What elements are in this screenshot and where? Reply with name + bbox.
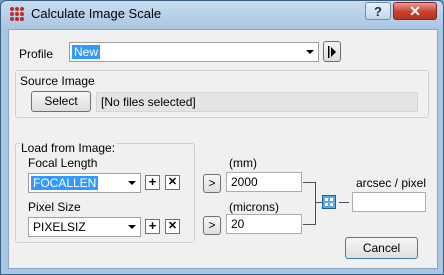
focal-length-remove-button[interactable]: ✕: [165, 175, 180, 190]
focal-length-add-button[interactable]: +: [145, 175, 160, 190]
load-from-image-label: Load from Image:: [20, 141, 117, 155]
profile-value: New: [72, 45, 101, 59]
profile-label: Profile: [19, 47, 54, 61]
focal-unit-label: (mm): [229, 156, 257, 170]
focal-length-value: FOCALLEN: [31, 176, 99, 190]
dialog-body: Profile New Source Image Select [No file…: [8, 29, 438, 269]
load-from-image-group: Load from Image: Focal Length FOCALLEN +…: [15, 141, 195, 243]
chevron-down-icon[interactable]: [128, 181, 136, 185]
chevron-down-icon[interactable]: [128, 225, 136, 229]
title-bar[interactable]: Calculate Image Scale ? ✕: [1, 1, 443, 27]
focal-length-label: Focal Length: [28, 156, 98, 170]
pixel-transfer-button[interactable]: >: [203, 216, 221, 235]
dialog-window: Calculate Image Scale ? ✕ Profile New So…: [0, 0, 444, 275]
pixel-size-input[interactable]: 20: [226, 214, 302, 234]
pixel-size-value: PIXELSIZ: [33, 220, 86, 234]
connector-line: [315, 182, 316, 225]
source-image-group-label: Source Image: [20, 74, 95, 88]
pixel-size-label: Pixel Size: [28, 200, 81, 214]
help-button[interactable]: ?: [365, 2, 391, 20]
connector-line: [339, 202, 349, 203]
select-button[interactable]: Select: [31, 91, 91, 112]
pixel-unit-label: (microns): [229, 200, 279, 214]
close-button[interactable]: ✕: [393, 2, 437, 20]
selected-files-field: [No files selected]: [96, 92, 418, 112]
profile-combo[interactable]: New: [69, 42, 319, 62]
arcsec-per-pixel-output[interactable]: [352, 192, 426, 212]
profile-menu-button[interactable]: [323, 41, 341, 62]
pixel-size-combo[interactable]: PIXELSIZ: [28, 217, 141, 237]
app-logo-icon: [10, 7, 24, 21]
play-arrow-icon: [328, 46, 336, 58]
focal-length-input[interactable]: 2000: [226, 172, 302, 192]
connector-line: [303, 182, 315, 183]
pixel-size-remove-button[interactable]: ✕: [165, 219, 180, 234]
calculate-icon[interactable]: [322, 195, 336, 209]
focal-transfer-button[interactable]: >: [203, 174, 221, 193]
source-image-group: Source Image Select [No files selected]: [15, 70, 429, 118]
window-title: Calculate Image Scale: [31, 6, 162, 21]
result-label: arcsec / pixel: [356, 176, 427, 190]
connector-line: [315, 202, 322, 203]
chevron-down-icon[interactable]: [306, 50, 314, 54]
connector-line: [303, 224, 315, 225]
cancel-button[interactable]: Cancel: [345, 237, 418, 259]
pixel-size-add-button[interactable]: +: [145, 219, 160, 234]
focal-length-combo[interactable]: FOCALLEN: [28, 173, 141, 193]
